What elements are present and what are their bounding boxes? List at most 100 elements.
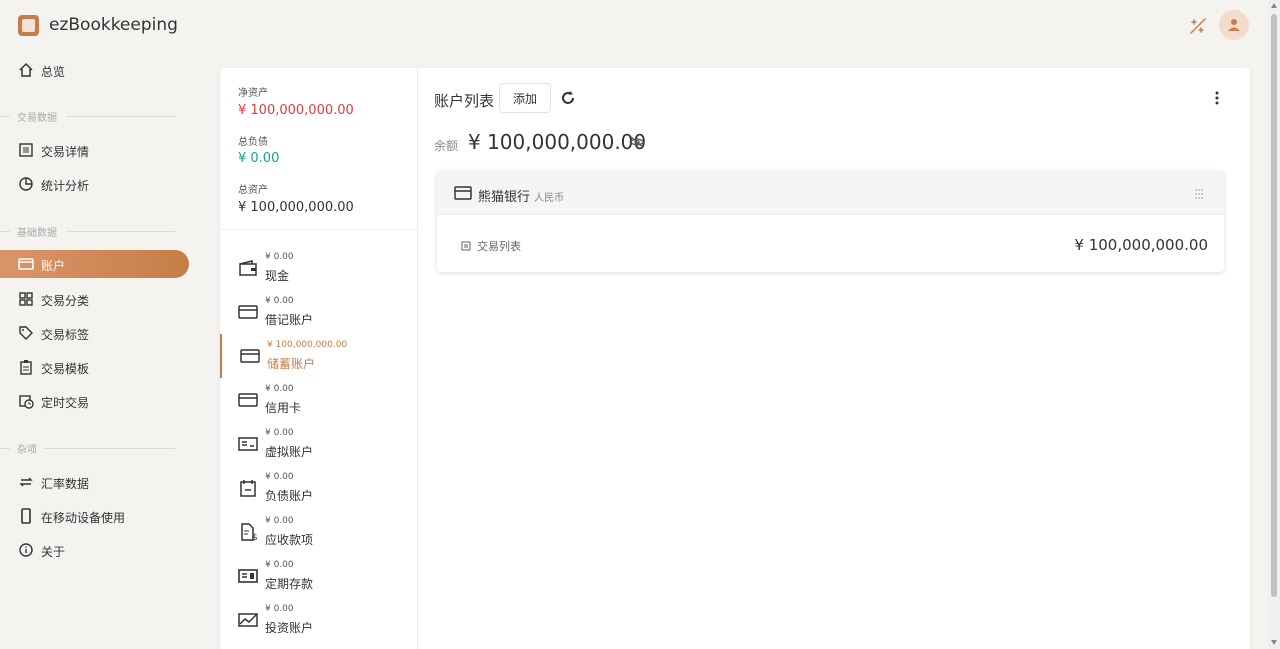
section-header-misc: 杂项 [0,441,175,456]
more-options-icon[interactable] [1208,89,1226,107]
sidebar-item-overview[interactable]: 总览 [0,56,189,84]
account-category-value: ¥ 0.00 [265,428,294,438]
net-assets-label: 净资产 [238,88,268,99]
account-category-name: 借记账户 [265,313,314,327]
sidebar-item-categories[interactable]: 交易分类 [0,285,189,313]
account-card[interactable]: 熊猫银行 人民币 交易列表 ¥ 100,000,000.00 [437,171,1224,272]
sidebar-item-mobile[interactable]: 在移动设备使用 [0,502,189,530]
divider [220,229,418,230]
net-assets-value: ¥ 100,000,000.00 [238,103,354,118]
app-logo-icon [18,15,39,36]
account-category-investment[interactable]: ¥ 0.00 投资账户 [220,598,418,642]
calendar-clock-icon [19,395,34,409]
account-category-cash[interactable]: ¥ 0.00 现金 [220,246,418,290]
account-category-panel: 净资产 ¥ 100,000,000.00 总负债 ¥ 0.00 总资产 ¥ 10… [220,68,418,649]
total-assets-value: ¥ 100,000,000.00 [238,200,354,215]
sidebar-item-label: 汇率数据 [41,477,90,491]
account-category-name: 信用卡 [265,401,302,415]
sidebar-item-label: 总览 [41,65,66,79]
total-assets-label: 总资产 [238,185,268,196]
balance-label: 余额 [434,139,459,153]
list-icon [461,241,471,251]
app-title: ezBookkeeping [49,15,178,35]
top-bar: ezBookkeeping [0,0,1268,52]
refresh-icon[interactable] [559,89,577,107]
pie-chart-icon [19,177,33,191]
sidebar-item-label: 在移动设备使用 [41,511,126,525]
account-category-name: 储蓄账户 [267,357,316,371]
account-balance: ¥ 100,000,000.00 [1074,236,1208,254]
sidebar-item-label: 统计分析 [41,179,90,193]
sidebar-item-label: 定时交易 [41,396,90,410]
account-category-value: ¥ 100,000,000.00 [267,340,348,350]
account-list-title: 账户列表 [434,92,495,110]
sidebar-item-statistics[interactable]: 统计分析 [0,170,189,198]
scroll-down-icon[interactable] [1271,640,1277,645]
account-list-panel: 账户列表 添加 余额 ¥ 100,000,000.00 熊猫银行 人民币 交易列… [418,68,1250,649]
theme-toggle-icon[interactable] [1187,15,1209,37]
avatar[interactable] [1219,10,1249,40]
account-currency: 人民币 [534,193,564,204]
account-category-receivable[interactable]: $ ¥ 0.00 应收款项 [220,510,418,554]
sidebar-item-tags[interactable]: 交易标签 [0,319,189,347]
account-category-debit[interactable]: ¥ 0.00 借记账户 [220,290,418,334]
vertical-scrollbar[interactable] [1268,0,1280,649]
account-category-name: 投资账户 [265,621,314,635]
sidebar-item-label: 交易标签 [41,328,90,342]
account-category-name: 应收款项 [265,533,314,547]
balance-value: ¥ 100,000,000.00 [468,130,647,154]
phone-icon [21,508,31,524]
account-category-name: 现金 [265,269,290,283]
transaction-list-link[interactable]: 交易列表 [461,238,521,254]
account-category-value: ¥ 0.00 [265,472,294,482]
liabilities-value: ¥ 0.00 [238,151,280,166]
eye-off-icon[interactable] [629,134,645,150]
wallet-icon [239,260,257,276]
account-category-name: 负债账户 [265,489,314,503]
grid-icon [19,292,33,306]
account-name: 熊猫银行 [478,190,531,205]
section-title: 杂项 [17,445,37,456]
liabilities-label: 总负债 [238,137,268,148]
scroll-up-icon[interactable] [1271,3,1277,8]
account-category-debt[interactable]: ¥ 0.00 负债账户 [220,466,418,510]
sidebar-item-accounts[interactable]: 账户 [0,250,189,278]
info-icon [19,543,33,557]
clipboard-icon [20,360,32,375]
list-icon [19,143,33,157]
bank-card-icon [454,186,472,200]
section-header-basic-data: 基础数据 [0,224,175,239]
sidebar-item-label: 账户 [41,259,66,273]
debt-icon [240,480,256,497]
credit-card-icon [238,393,258,407]
sidebar-item-templates[interactable]: 交易模板 [0,353,189,381]
sidebar-item-exchange-rates[interactable]: 汇率数据 [0,468,189,496]
section-header-transactions: 交易数据 [0,109,175,124]
add-account-button[interactable]: 添加 [499,83,551,113]
sidebar-item-about[interactable]: 关于 [0,536,189,564]
account-category-credit-card[interactable]: ¥ 0.00 信用卡 [220,378,418,422]
section-title: 交易数据 [17,113,57,124]
drag-handle-icon[interactable] [1194,188,1204,200]
investment-icon [238,613,258,627]
account-category-value: ¥ 0.00 [265,384,294,394]
transaction-list-label: 交易列表 [477,240,521,253]
account-category-value: ¥ 0.00 [265,604,294,614]
account-category-savings[interactable]: ¥ 100,000,000.00 储蓄账户 [220,334,418,378]
scrollbar-thumb[interactable] [1271,14,1277,597]
account-category-value: ¥ 0.00 [265,296,294,306]
account-category-virtual[interactable]: ¥ 0.00 虚拟账户 [220,422,418,466]
account-category-value: ¥ 0.00 [265,516,294,526]
virtual-account-icon [238,437,258,451]
sidebar-item-scheduled[interactable]: 定时交易 [0,387,189,415]
user-icon [1228,19,1240,31]
debit-card-icon [238,305,258,319]
account-category-name: 虚拟账户 [265,445,314,459]
account-category-value: ¥ 0.00 [265,560,294,570]
sidebar-item-label: 交易模板 [41,362,90,376]
account-category-deposit[interactable]: ¥ 0.00 定期存款 [220,554,418,598]
credit-card-icon [18,258,34,270]
svg-text:$: $ [252,533,258,541]
sidebar-item-transaction-details[interactable]: 交易详情 [0,136,189,164]
sidebar-item-label: 交易详情 [41,145,90,159]
